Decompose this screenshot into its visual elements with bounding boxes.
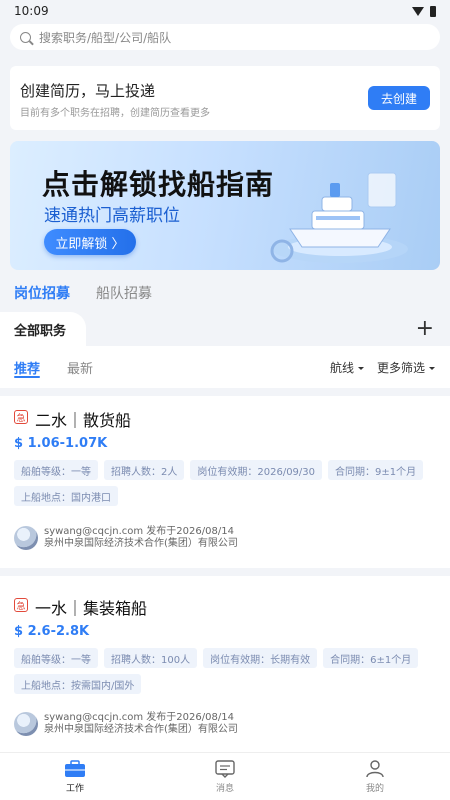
divider <box>0 388 450 396</box>
job-card[interactable]: 急 一水｜集装箱船 $ 2.6-2.8K 船舶等级：一等 招聘人数：100人 岗… <box>0 576 450 752</box>
urgent-badge: 急 <box>14 598 28 612</box>
ship-illustration-icon <box>270 172 408 263</box>
nav-label-messages: 消息 <box>215 783 234 794</box>
poster-company: 泉州中泉国际经济技术合作(集团）有限公司 <box>44 724 238 735</box>
resume-subtitle: 目前有多个职务在招聘，创建简历查看更多 <box>20 108 210 119</box>
banner-title: 点击解锁找船指南 <box>42 168 275 201</box>
battery-icon <box>430 5 436 17</box>
search-bar[interactable]: 搜索职务/船型/公司/船队 <box>10 24 440 50</box>
add-icon[interactable]: + <box>416 318 434 340</box>
poster-info: sywang@cqcjn.com 发布于2026/08/14 泉州中泉国际经济技… <box>14 526 238 550</box>
nav-item-work[interactable]: 工作 <box>0 753 150 800</box>
poster-email: sywang@cqcjn.com 发布于2026/08/14 <box>44 712 234 723</box>
unlock-button[interactable]: 立即解锁 〉 <box>44 229 136 255</box>
job-tag: 岗位有效期：长期有效 <box>203 648 318 668</box>
tab-fleet-recruit[interactable]: 船队招募 <box>96 283 152 303</box>
job-tag: 上船地点：按需国内/国外 <box>14 674 142 694</box>
briefcase-icon <box>65 759 85 777</box>
caret-down-icon <box>358 367 365 370</box>
tab-all-jobs[interactable]: 全部职务 <box>0 312 86 346</box>
tab-latest[interactable]: 最新 <box>67 358 93 377</box>
status-bar: 10:09 <box>0 0 450 22</box>
tab-recommend[interactable]: 推荐 <box>14 358 40 377</box>
main-tabs: 岗位招募 船队招募 <box>14 283 152 303</box>
route-dropdown[interactable]: 航线 <box>330 359 365 376</box>
poster-company: 泉州中泉国际经济技术合作(集团）有限公司 <box>44 538 238 549</box>
job-tag: 上船地点：国内港口 <box>14 486 118 506</box>
resume-title: 创建简历，马上投递 <box>20 82 156 100</box>
job-tag: 招聘人数：100人 <box>104 648 198 668</box>
nav-item-messages[interactable]: 消息 <box>150 753 300 800</box>
status-icons <box>412 5 436 17</box>
more-filters-label: 更多筛选 <box>377 361 426 375</box>
more-filters-dropdown[interactable]: 更多筛选 <box>377 359 436 376</box>
search-input[interactable]: 搜索职务/船型/公司/船队 <box>39 29 171 46</box>
nav-label-work: 工作 <box>65 783 84 794</box>
resume-card: 创建简历，马上投递 目前有多个职务在招聘，创建简历查看更多 去创建 <box>10 66 440 130</box>
job-tag: 船舶等级：一等 <box>14 648 98 668</box>
poster-info: sywang@cqcjn.com 发布于2026/08/14 泉州中泉国际经济技… <box>14 712 238 736</box>
job-tags: 船舶等级：一等 招聘人数：2人 岗位有效期：2026/09/30 合同期：9±1… <box>14 460 434 506</box>
wifi-icon <box>412 6 424 16</box>
nav-label-profile: 我的 <box>365 783 384 794</box>
caret-down-icon <box>429 367 436 370</box>
route-dropdown-label: 航线 <box>330 361 355 375</box>
urgent-badge: 急 <box>14 410 28 424</box>
user-icon <box>366 759 384 777</box>
filter-row: 推荐 最新 航线 更多筛选 <box>0 346 450 388</box>
message-icon <box>215 759 235 778</box>
job-tag: 合同期：9±1个月 <box>328 460 424 480</box>
divider <box>0 568 450 576</box>
banner-subtitle: 速通热门高薪职位 <box>44 206 180 226</box>
avatar <box>14 526 38 550</box>
job-tag: 船舶等级：一等 <box>14 460 98 480</box>
job-list: 推荐 最新 航线 更多筛选 急 二水｜散货船 $ 1.06-1.07K 船舶等级… <box>0 346 450 752</box>
tab-job-recruit[interactable]: 岗位招募 <box>14 283 70 303</box>
promo-banner[interactable]: 点击解锁找船指南 速通热门高薪职位 立即解锁 〉 <box>10 141 440 270</box>
status-time: 10:09 <box>14 4 49 18</box>
search-icon <box>20 31 31 43</box>
job-title: 一水｜集装箱船 <box>35 599 148 618</box>
active-tab-indicator <box>14 376 40 378</box>
bottom-nav: 工作 消息 我的 <box>0 752 450 800</box>
job-tags: 船舶等级：一等 招聘人数：100人 岗位有效期：长期有效 合同期：6±1个月 上… <box>14 648 434 694</box>
job-tag: 岗位有效期：2026/09/30 <box>190 460 323 480</box>
job-card[interactable]: 急 二水｜散货船 $ 1.06-1.07K 船舶等级：一等 招聘人数：2人 岗位… <box>0 396 450 568</box>
avatar <box>14 712 38 736</box>
job-tag: 合同期：6±1个月 <box>323 648 419 668</box>
create-resume-button[interactable]: 去创建 <box>368 86 430 110</box>
job-salary: $ 1.06-1.07K <box>14 436 108 451</box>
nav-item-profile[interactable]: 我的 <box>300 753 450 800</box>
poster-email: sywang@cqcjn.com 发布于2026/08/14 <box>44 526 234 537</box>
job-title: 二水｜散货船 <box>35 411 132 430</box>
job-salary: $ 2.6-2.8K <box>14 624 90 639</box>
job-tag: 招聘人数：2人 <box>104 460 185 480</box>
job-category-bar: 全部职务 + <box>0 312 450 346</box>
